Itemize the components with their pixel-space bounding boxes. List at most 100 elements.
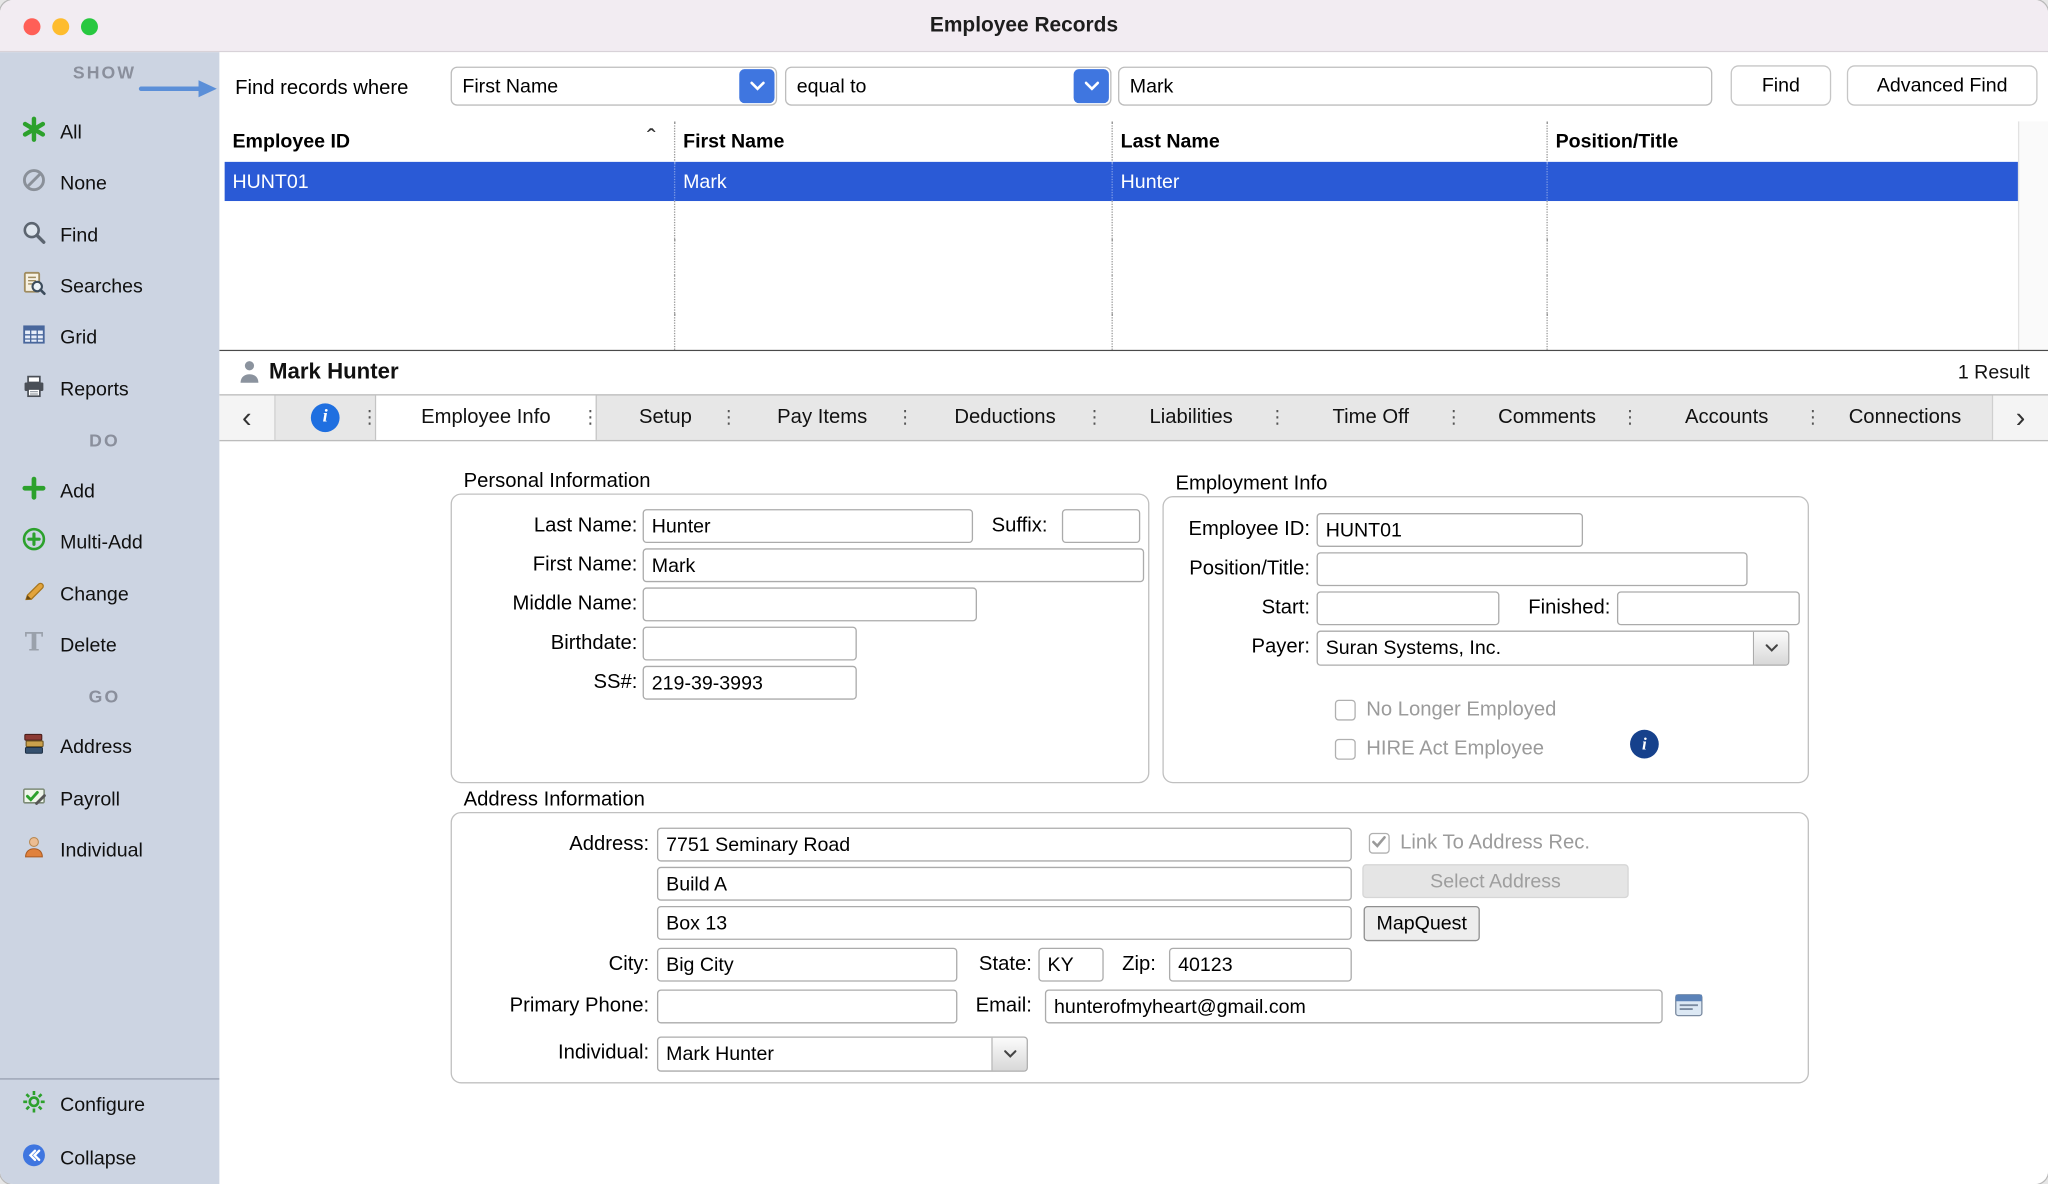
kebab-menu-icon[interactable]: ⋮ [720, 405, 738, 431]
middle-name-input[interactable] [643, 587, 977, 621]
sidebar-item-configure[interactable]: Configure [21, 1086, 145, 1123]
address-line3-input[interactable] [657, 906, 1352, 940]
sidebar-item-individual[interactable]: Individual [21, 832, 143, 869]
suffix-input[interactable] [1062, 509, 1140, 543]
email-input[interactable] [1045, 990, 1663, 1024]
find-field-select[interactable]: First Name [451, 67, 778, 106]
birthdate-input[interactable] [643, 627, 857, 661]
sidebar-item-find[interactable]: Find [21, 217, 98, 254]
kebab-menu-icon[interactable]: ⋮ [581, 405, 599, 431]
table-row-empty[interactable] [225, 275, 2018, 312]
ssn-input[interactable] [643, 666, 857, 700]
city-input[interactable] [657, 948, 957, 982]
find-button[interactable]: Find [1731, 65, 1832, 105]
column-header-employee-id[interactable]: Employee ID ˆ [225, 121, 676, 160]
asterisk-icon [21, 116, 47, 147]
person-silhouette-icon [235, 358, 264, 393]
tab-setup[interactable]: Setup⋮ [597, 396, 734, 440]
sidebar-item-add[interactable]: Add [21, 473, 95, 510]
position-title-input[interactable] [1317, 552, 1748, 586]
sidebar-item-label: Multi-Add [60, 531, 143, 553]
last-name-input[interactable] [643, 509, 973, 543]
find-operator-select[interactable]: equal to [785, 67, 1112, 106]
column-header-position-title[interactable]: Position/Title [1548, 121, 2018, 160]
sidebar-item-grid[interactable]: Grid [21, 319, 97, 356]
finished-input[interactable] [1617, 591, 1800, 625]
magnifier-icon [21, 219, 47, 250]
chevron-down-icon [991, 1038, 1026, 1071]
mapquest-button[interactable]: MapQuest [1364, 906, 1480, 941]
sidebar-item-label: None [60, 172, 107, 194]
payer-select[interactable]: Suran Systems, Inc. [1317, 631, 1790, 666]
sidebar-item-all[interactable]: All [21, 114, 82, 151]
chevron-down-icon [1074, 69, 1109, 103]
find-pointer-arrow-icon [138, 78, 219, 105]
window-title: Employee Records [0, 0, 2048, 52]
find-value-input[interactable] [1118, 67, 1712, 106]
email-webpage-icon[interactable] [1674, 992, 1703, 1025]
select-address-button[interactable]: Select Address [1362, 864, 1628, 898]
address-info-title: Address Information [464, 788, 645, 811]
no-longer-employed-checkbox[interactable] [1335, 700, 1356, 721]
tab-pay-items[interactable]: Pay Items⋮ [734, 396, 910, 440]
kebab-menu-icon[interactable]: ⋮ [1621, 405, 1639, 431]
table-row-empty[interactable] [225, 313, 2018, 350]
kebab-menu-icon[interactable]: ⋮ [896, 405, 914, 431]
sidebar-item-label: Delete [60, 634, 117, 656]
kebab-menu-icon[interactable]: ⋮ [360, 405, 378, 431]
link-to-address-checkbox[interactable] [1369, 833, 1390, 854]
table-scrollbar[interactable] [2018, 121, 2048, 349]
zip-input[interactable] [1169, 948, 1352, 982]
state-input[interactable] [1038, 948, 1103, 982]
sidebar-item-change[interactable]: Change [21, 576, 129, 613]
sidebar-item-payroll[interactable]: Payroll [21, 781, 120, 818]
primary-phone-input[interactable] [657, 990, 957, 1024]
advanced-find-button[interactable]: Advanced Find [1847, 65, 2038, 105]
tabs-scroll-right-button[interactable]: › [1992, 396, 2048, 440]
no-longer-employed-label: No Longer Employed [1366, 698, 1556, 721]
address-line2-input[interactable] [657, 867, 1352, 901]
column-header-first-name[interactable]: First Name [675, 121, 1113, 160]
tab-connections[interactable]: Connections [1818, 396, 1992, 440]
table-row-empty[interactable] [225, 238, 2018, 275]
sidebar-item-label: Individual [60, 839, 143, 861]
tabs-scroll-left-button[interactable]: ‹ [219, 396, 275, 440]
table-row-selected[interactable]: HUNT01 Mark Hunter [225, 162, 2018, 201]
kebab-menu-icon[interactable]: ⋮ [1268, 405, 1286, 431]
tab-liabilities[interactable]: Liabilities⋮ [1100, 396, 1283, 440]
tab-record-info[interactable]: i ⋮ [276, 396, 375, 440]
sidebar-item-reports[interactable]: Reports [21, 371, 129, 408]
tab-employee-info[interactable]: Employee Info⋮ [375, 396, 597, 440]
birthdate-label: Birthdate: [464, 627, 638, 661]
cell-last-name: Hunter [1113, 162, 1548, 201]
zip-label: Zip: [1104, 948, 1156, 982]
chevron-down-icon [1753, 632, 1788, 665]
sidebar-item-label: Payroll [60, 788, 120, 810]
start-input[interactable] [1317, 591, 1500, 625]
individual-select[interactable]: Mark Hunter [657, 1036, 1028, 1071]
sidebar-item-address[interactable]: Address [21, 728, 132, 765]
tab-comments[interactable]: Comments⋮ [1459, 396, 1635, 440]
tab-time-off[interactable]: Time Off⋮ [1283, 396, 1459, 440]
individual-value: Mark Hunter [666, 1043, 774, 1065]
sidebar-item-collapse[interactable]: Collapse [21, 1140, 136, 1177]
column-header-last-name[interactable]: Last Name [1113, 121, 1548, 160]
info-icon: i [311, 403, 340, 432]
sidebar-item-label: Grid [60, 326, 97, 348]
sidebar-item-multi-add[interactable]: Multi-Add [21, 523, 143, 560]
table-row-empty[interactable] [225, 201, 2018, 238]
address-line1-input[interactable] [657, 828, 1352, 862]
tab-accounts[interactable]: Accounts⋮ [1635, 396, 1818, 440]
first-name-input[interactable] [643, 548, 1145, 582]
hire-act-info-icon[interactable]: i [1630, 730, 1659, 759]
hire-act-checkbox[interactable] [1335, 739, 1356, 760]
tab-deductions[interactable]: Deductions⋮ [910, 396, 1099, 440]
sidebar-item-delete[interactable]: T Delete [21, 627, 117, 664]
kebab-menu-icon[interactable]: ⋮ [1804, 405, 1822, 431]
kebab-menu-icon[interactable]: ⋮ [1085, 405, 1103, 431]
employee-id-input[interactable] [1317, 513, 1583, 547]
sidebar-item-searches[interactable]: Searches [21, 268, 143, 305]
kebab-menu-icon[interactable]: ⋮ [1445, 405, 1463, 431]
payer-label: Payer: [1173, 631, 1310, 665]
sidebar-item-none[interactable]: None [21, 164, 107, 201]
